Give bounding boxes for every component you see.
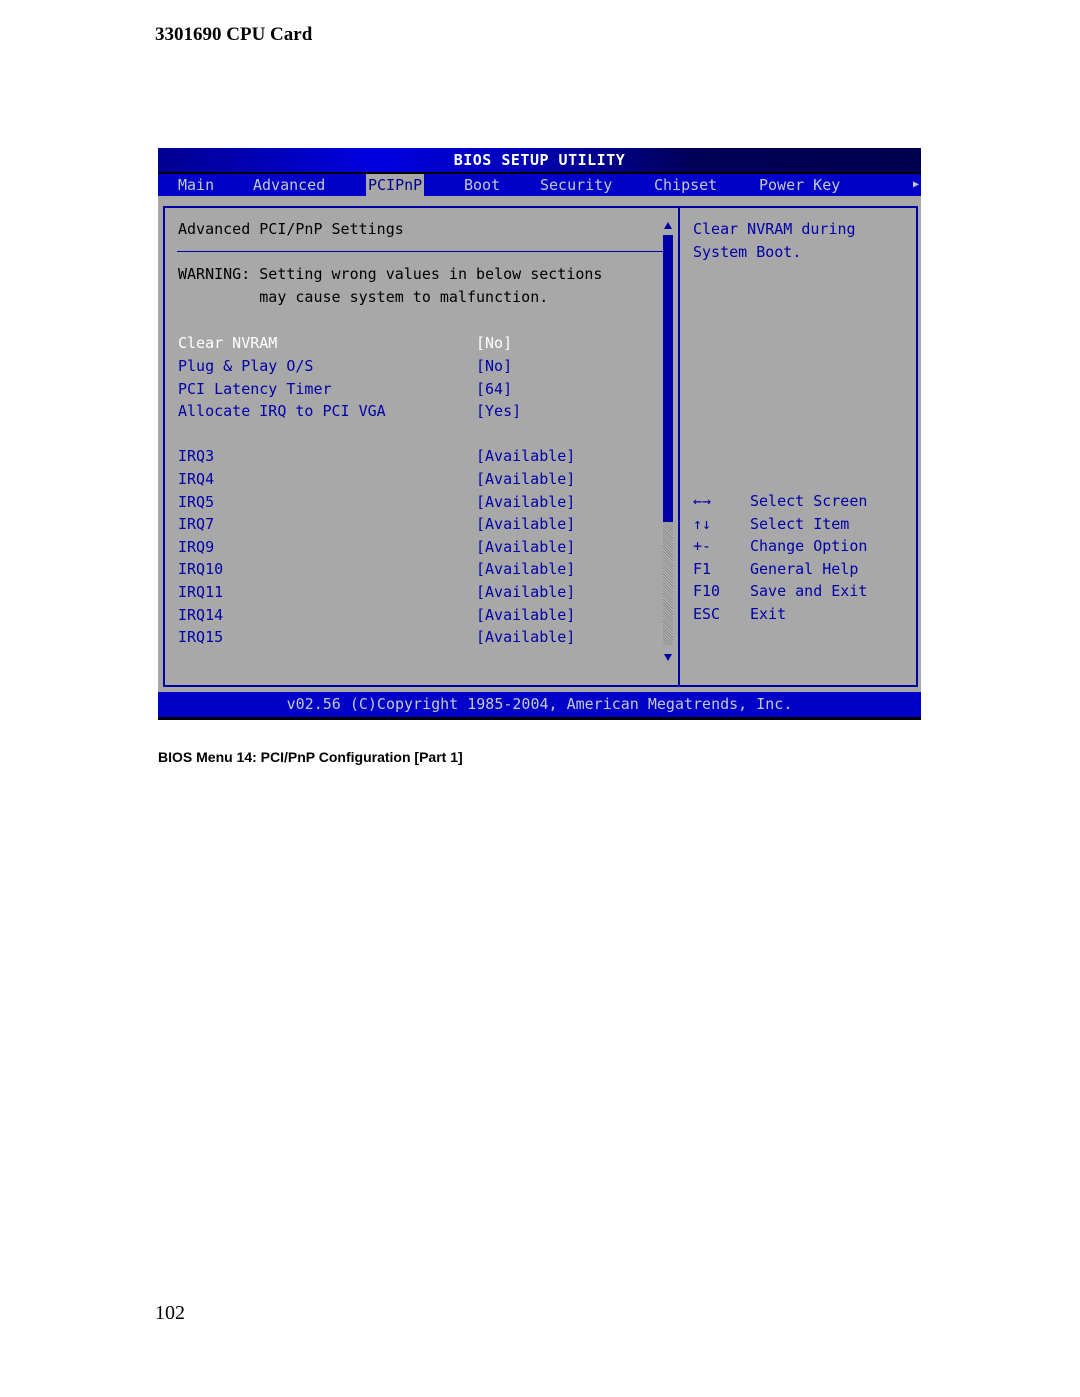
irq-label: IRQ10 [178,560,224,578]
setting-allocate-irq-to-pci-vga[interactable]: Allocate IRQ to PCI VGA [Yes] [178,400,648,422]
setting-clear-nvram[interactable]: Clear NVRAM [No] [178,332,648,354]
key-hint-general-help: F1 General Help [693,558,913,580]
key-label: ESC [693,605,721,623]
setting-label: PCI Latency Timer [178,380,332,398]
irq-row-irq11[interactable]: IRQ11 [Available] [178,581,648,603]
key-hint-exit: ESC Exit [693,603,913,625]
irq-value[interactable]: [Available] [476,445,575,467]
page-number: 102 [155,1302,185,1324]
bios-title-bar: BIOS SETUP UTILITY [158,148,921,174]
irq-row-irq4[interactable]: IRQ4 [Available] [178,468,648,490]
key-hint-desc: Select Screen [750,492,868,510]
irq-row-irq15[interactable]: IRQ15 [Available] [178,626,648,648]
panel-title: Advanced PCI/PnP Settings [178,220,404,238]
key-hint-select-screen: ←→ Select Screen [693,490,913,512]
key-hint-change-option: +- Change Option [693,535,913,557]
irq-label: IRQ15 [178,628,224,646]
key-hint-desc: Save and Exit [750,582,868,600]
irq-label: IRQ14 [178,606,224,624]
irq-label: IRQ5 [178,493,215,511]
irq-value[interactable]: [Available] [476,468,575,490]
up-down-arrows-icon: ↑↓ [693,515,712,533]
right-triangle-icon[interactable]: ▶ [913,174,919,196]
bios-menu-bar: Main Advanced PCIPnP Boot Security Chips… [158,174,921,196]
setting-value[interactable]: [64] [476,378,512,400]
scroll-down-arrow-icon[interactable] [664,654,672,661]
help-text-line-2: System Boot. [693,243,802,261]
tab-advanced[interactable]: Advanced [251,174,327,196]
irq-value[interactable]: [Available] [476,513,575,535]
help-text-line-1: Clear NVRAM during [693,220,856,238]
irq-label: IRQ11 [178,583,224,601]
scrollbar-thumb[interactable] [663,235,673,522]
tab-chipset[interactable]: Chipset [652,174,719,196]
key-hint-desc: General Help [750,560,859,578]
irq-value[interactable]: [Available] [476,558,575,580]
tab-boot[interactable]: Boot [462,174,502,196]
settings-panel: Advanced PCI/PnP Settings WARNING: Setti… [163,206,680,687]
title-divider [177,251,665,252]
irq-label: IRQ3 [178,447,215,465]
tab-power-key[interactable]: Power Key [757,174,842,196]
setting-value[interactable]: [No] [476,332,512,354]
tab-main[interactable]: Main [176,174,216,196]
left-right-arrows-icon: ←→ [693,492,712,510]
help-panel: Clear NVRAM during System Boot. ←→ Selec… [678,206,918,687]
setting-pci-latency-timer[interactable]: PCI Latency Timer [64] [178,378,648,400]
irq-row-irq7[interactable]: IRQ7 [Available] [178,513,648,535]
warning-line-1: WARNING: Setting wrong values in below s… [178,265,603,283]
irq-value[interactable]: [Available] [476,491,575,513]
key-hint-select-item: ↑↓ Select Item [693,513,913,535]
scrollbar-track[interactable] [663,235,673,645]
plus-minus-icon: +- [693,537,712,555]
key-label: F10 [693,582,721,600]
key-hint-desc: Exit [750,605,787,623]
tab-pcipnp[interactable]: PCIPnP [366,174,425,196]
key-hint-desc: Change Option [750,537,868,555]
setting-label: Allocate IRQ to PCI VGA [178,402,386,420]
key-label: F1 [693,560,712,578]
irq-row-irq9[interactable]: IRQ9 [Available] [178,536,648,558]
figure-caption: BIOS Menu 14: PCI/PnP Configuration [Par… [158,749,463,765]
key-hint-desc: Select Item [750,515,850,533]
irq-value[interactable]: [Available] [476,626,575,648]
setting-label: Clear NVRAM [178,334,278,352]
irq-value[interactable]: [Available] [476,581,575,603]
irq-row-irq10[interactable]: IRQ10 [Available] [178,558,648,580]
tab-security[interactable]: Security [538,174,614,196]
document-header: 3301690 CPU Card [155,24,313,45]
irq-label: IRQ9 [178,538,215,556]
bios-screen: BIOS SETUP UTILITY Main Advanced PCIPnP … [158,148,921,720]
irq-label: IRQ4 [178,470,215,488]
key-hint-save-and-exit: F10 Save and Exit [693,580,913,602]
irq-label: IRQ7 [178,515,215,533]
bios-footer-copyright: v02.56 (C)Copyright 1985-2004, American … [158,692,921,720]
irq-row-irq14[interactable]: IRQ14 [Available] [178,604,648,626]
irq-row-irq5[interactable]: IRQ5 [Available] [178,491,648,513]
warning-line-2: may cause system to malfunction. [178,288,549,306]
irq-row-irq3[interactable]: IRQ3 [Available] [178,445,648,467]
setting-label: Plug & Play O/S [178,357,314,375]
scroll-up-arrow-icon[interactable] [664,222,672,229]
setting-value[interactable]: [No] [476,355,512,377]
setting-value[interactable]: [Yes] [476,400,521,422]
setting-plug-and-play-os[interactable]: Plug & Play O/S [No] [178,355,648,377]
irq-value[interactable]: [Available] [476,536,575,558]
irq-value[interactable]: [Available] [476,604,575,626]
